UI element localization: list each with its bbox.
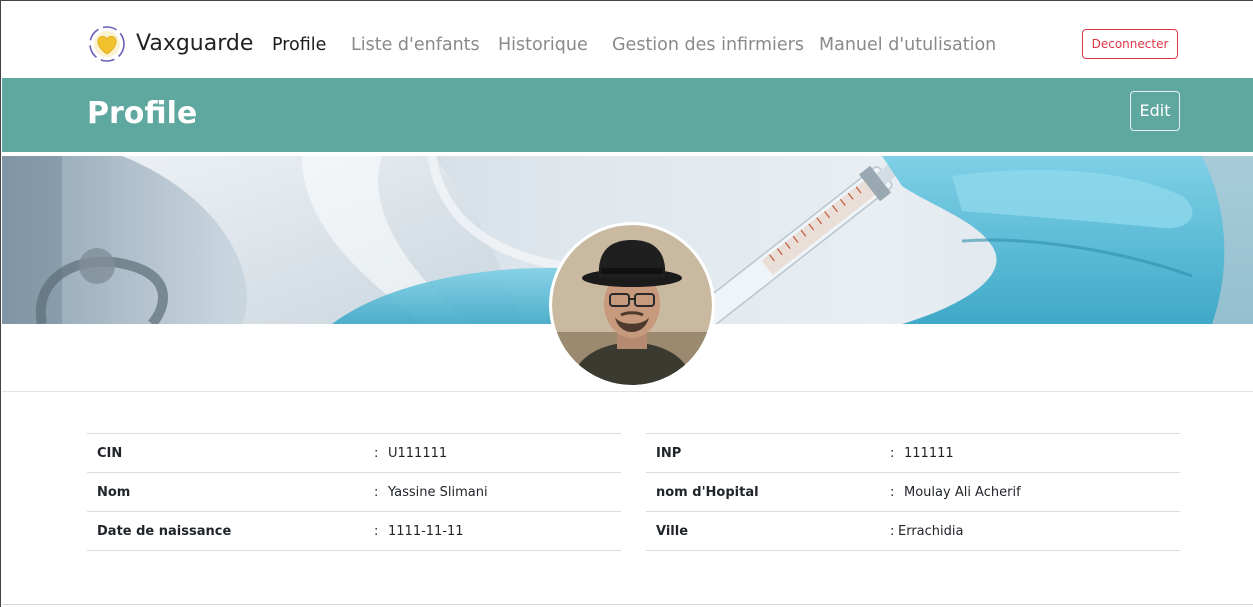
info-separator: : xyxy=(890,446,895,461)
nav-gestion-infirmiers[interactable]: Gestion des infirmiers xyxy=(612,35,804,55)
info-label: Nom xyxy=(97,485,131,500)
page-title: Profile xyxy=(87,96,198,131)
info-row-ville: Ville : Errachidia xyxy=(646,512,1180,551)
info-separator: : xyxy=(374,524,379,539)
nav-historique[interactable]: Historique xyxy=(498,35,588,55)
info-separator: : xyxy=(374,446,379,461)
info-row-hopital: nom d'Hopital : Moulay Ali Acherif xyxy=(646,473,1180,512)
app-window: Vaxguarde Profile Liste d'enfants Histor… xyxy=(0,0,1253,607)
info-value: U111111 xyxy=(388,446,448,461)
info-separator: : xyxy=(374,485,379,500)
logout-button[interactable]: Deconnecter xyxy=(1082,29,1178,59)
brand-name[interactable]: Vaxguarde xyxy=(136,31,253,56)
info-row-date-naissance: Date de naissance : 1111-11-11 xyxy=(87,512,621,551)
info-label: Date de naissance xyxy=(97,524,232,539)
info-value: 111111 xyxy=(904,446,954,461)
info-label: nom d'Hopital xyxy=(656,485,759,500)
nav-manuel[interactable]: Manuel d'utulisation xyxy=(819,35,996,55)
info-value: Yassine Slimani xyxy=(388,485,488,500)
nav-profile[interactable]: Profile xyxy=(272,35,326,55)
profile-info-right: INP : 111111 nom d'Hopital : Moulay Ali … xyxy=(646,433,1180,551)
info-label: Ville xyxy=(656,524,689,539)
info-separator: : xyxy=(890,485,895,500)
footer-divider xyxy=(2,604,1253,605)
profile-info-left: CIN : U111111 Nom : Yassine Slimani Date… xyxy=(87,433,621,551)
edit-button[interactable]: Edit xyxy=(1130,91,1180,131)
nav-liste-enfants[interactable]: Liste d'enfants xyxy=(351,35,480,55)
info-value: 1111-11-11 xyxy=(388,524,464,539)
info-row-cin: CIN : U111111 xyxy=(87,434,621,473)
info-label: CIN xyxy=(97,446,123,461)
info-row-inp: INP : 111111 xyxy=(646,434,1180,473)
section-divider xyxy=(2,391,1253,392)
info-row-nom: Nom : Yassine Slimani xyxy=(87,473,621,512)
info-value: Errachidia xyxy=(898,524,964,539)
info-label: INP xyxy=(656,446,682,461)
avatar xyxy=(549,222,715,388)
info-value: Moulay Ali Acherif xyxy=(904,485,1021,500)
heart-logo-icon[interactable] xyxy=(87,24,127,64)
info-separator: : xyxy=(890,524,895,539)
